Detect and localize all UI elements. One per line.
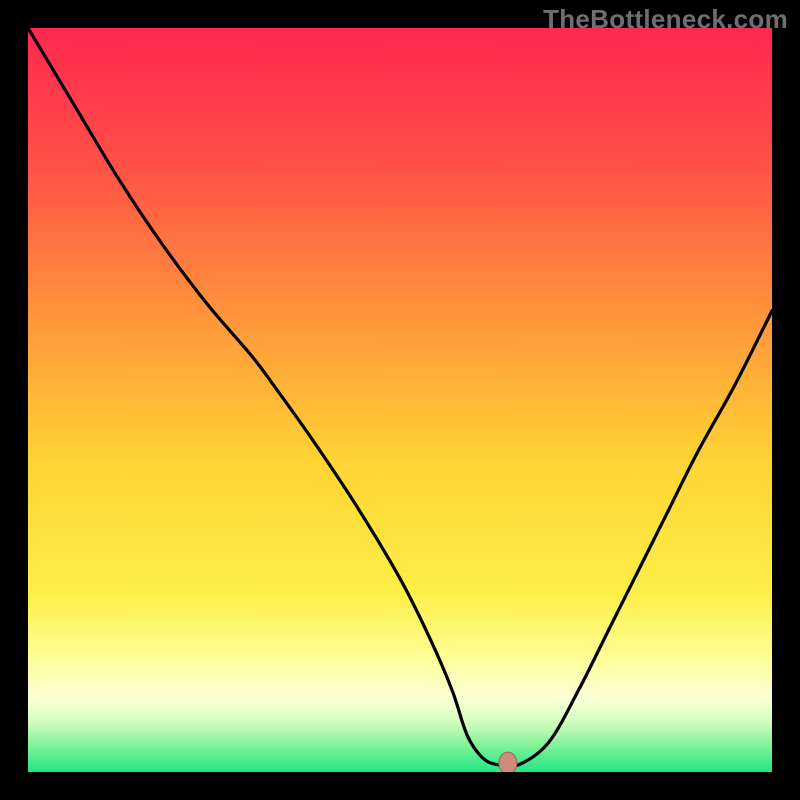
gradient-background (28, 28, 772, 772)
optimal-point-marker (499, 752, 517, 772)
chart-svg (28, 28, 772, 772)
bottleneck-chart (28, 28, 772, 772)
watermark-text: TheBottleneck.com (543, 4, 788, 35)
